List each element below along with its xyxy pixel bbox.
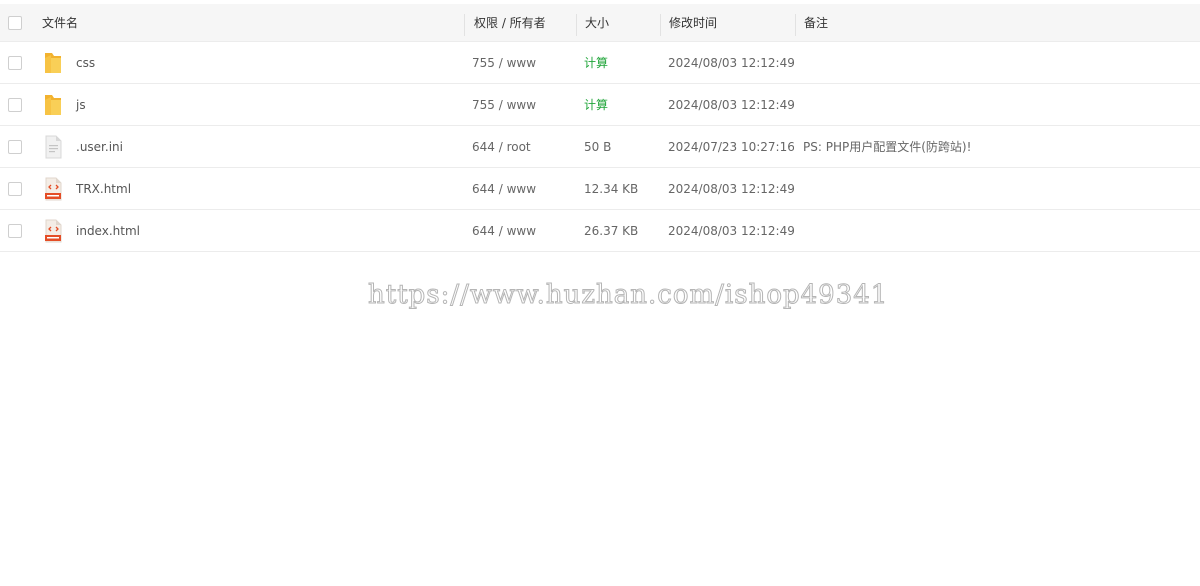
size-cell: 计算 [584,42,660,83]
table-row[interactable]: TRX.html 644 / www 12.34 KB 2024/08/03 1… [0,168,1200,210]
file-name-cell[interactable]: index.html [42,210,462,251]
row-select-cell [8,42,36,83]
table-row[interactable]: index.html 644 / www 26.37 KB 2024/08/03… [0,210,1200,252]
table-row[interactable]: css 755 / www 计算 2024/08/03 12:12:49 [0,42,1200,84]
row-checkbox[interactable] [8,139,22,154]
header-size[interactable]: 大小 [585,4,661,41]
modified-time-cell: 2024/07/23 10:27:16 [668,139,794,154]
text-file-icon [45,135,62,158]
size-cell: 12.34 KB [584,181,639,196]
note-cell[interactable] [803,210,1193,251]
table-row[interactable]: .user.ini 644 / root 50 B 2024/07/23 10:… [0,126,1200,168]
header-perm[interactable]: 权限 / 所有者 [474,4,578,41]
row-select-cell [8,84,36,125]
column-separator[interactable] [464,14,465,36]
file-name[interactable]: TRX.html [76,182,131,196]
file-name[interactable]: css [76,56,95,70]
row-checkbox[interactable] [8,223,22,238]
modified-time-cell: 2024/08/03 12:12:49 [668,223,794,238]
note-cell[interactable] [803,168,1193,209]
file-name-cell[interactable]: js [42,84,462,125]
header-note: 备注 [804,16,829,30]
column-separator[interactable] [795,14,796,36]
permission-cell[interactable]: 755 / www [472,84,576,125]
folder-icon [45,52,61,73]
select-all-checkbox[interactable] [8,15,22,30]
file-name[interactable]: .user.ini [76,140,123,154]
header-name[interactable]: 文件名 [42,4,462,41]
row-checkbox[interactable] [8,181,22,196]
file-name[interactable]: js [76,98,86,112]
file-name-cell[interactable]: .user.ini [42,126,462,167]
permission-cell[interactable]: 644 / root [472,126,576,167]
note-cell[interactable] [803,42,1193,83]
size-cell: 计算 [584,84,660,125]
row-checkbox[interactable] [8,55,22,70]
modified-time-cell: 2024/08/03 12:12:49 [668,181,794,196]
file-name-cell[interactable]: TRX.html [42,168,462,209]
permission-cell[interactable]: 755 / www [472,42,576,83]
html-file-icon [45,177,62,200]
note-cell[interactable] [803,84,1193,125]
row-select-cell [8,168,36,209]
modified-time-cell: 2024/08/03 12:12:49 [668,97,794,112]
file-name-cell[interactable]: css [42,42,462,83]
modified-time-cell: 2024/08/03 12:12:49 [668,55,794,70]
calculate-size-link[interactable]: 计算 [584,54,608,71]
table-header: 文件名 权限 / 所有者 大小 修改时间 备注 [0,0,1200,42]
row-checkbox[interactable] [8,97,22,112]
html-file-icon [45,219,62,242]
size-cell: 50 B [584,139,612,154]
select-all-cell [8,4,36,41]
row-select-cell [8,126,36,167]
permission-cell[interactable]: 644 / www [472,168,576,209]
size-cell: 26.37 KB [584,223,639,238]
folder-icon [45,94,61,115]
table-row[interactable]: js 755 / www 计算 2024/08/03 12:12:49 [0,84,1200,126]
calculate-size-link[interactable]: 计算 [584,96,608,113]
file-name[interactable]: index.html [76,224,140,238]
note-cell[interactable]: PS: PHP用户配置文件(防跨站)! [803,126,1193,167]
watermark-text: https://www.huzhan.com/ishop49341 [367,280,889,311]
file-table: 文件名 权限 / 所有者 大小 修改时间 备注 css 755 / www 计算… [0,0,1200,252]
permission-cell[interactable]: 644 / www [472,210,576,251]
header-time[interactable]: 修改时间 [669,4,795,41]
column-separator[interactable] [576,14,577,36]
row-select-cell [8,210,36,251]
column-separator[interactable] [660,14,661,36]
